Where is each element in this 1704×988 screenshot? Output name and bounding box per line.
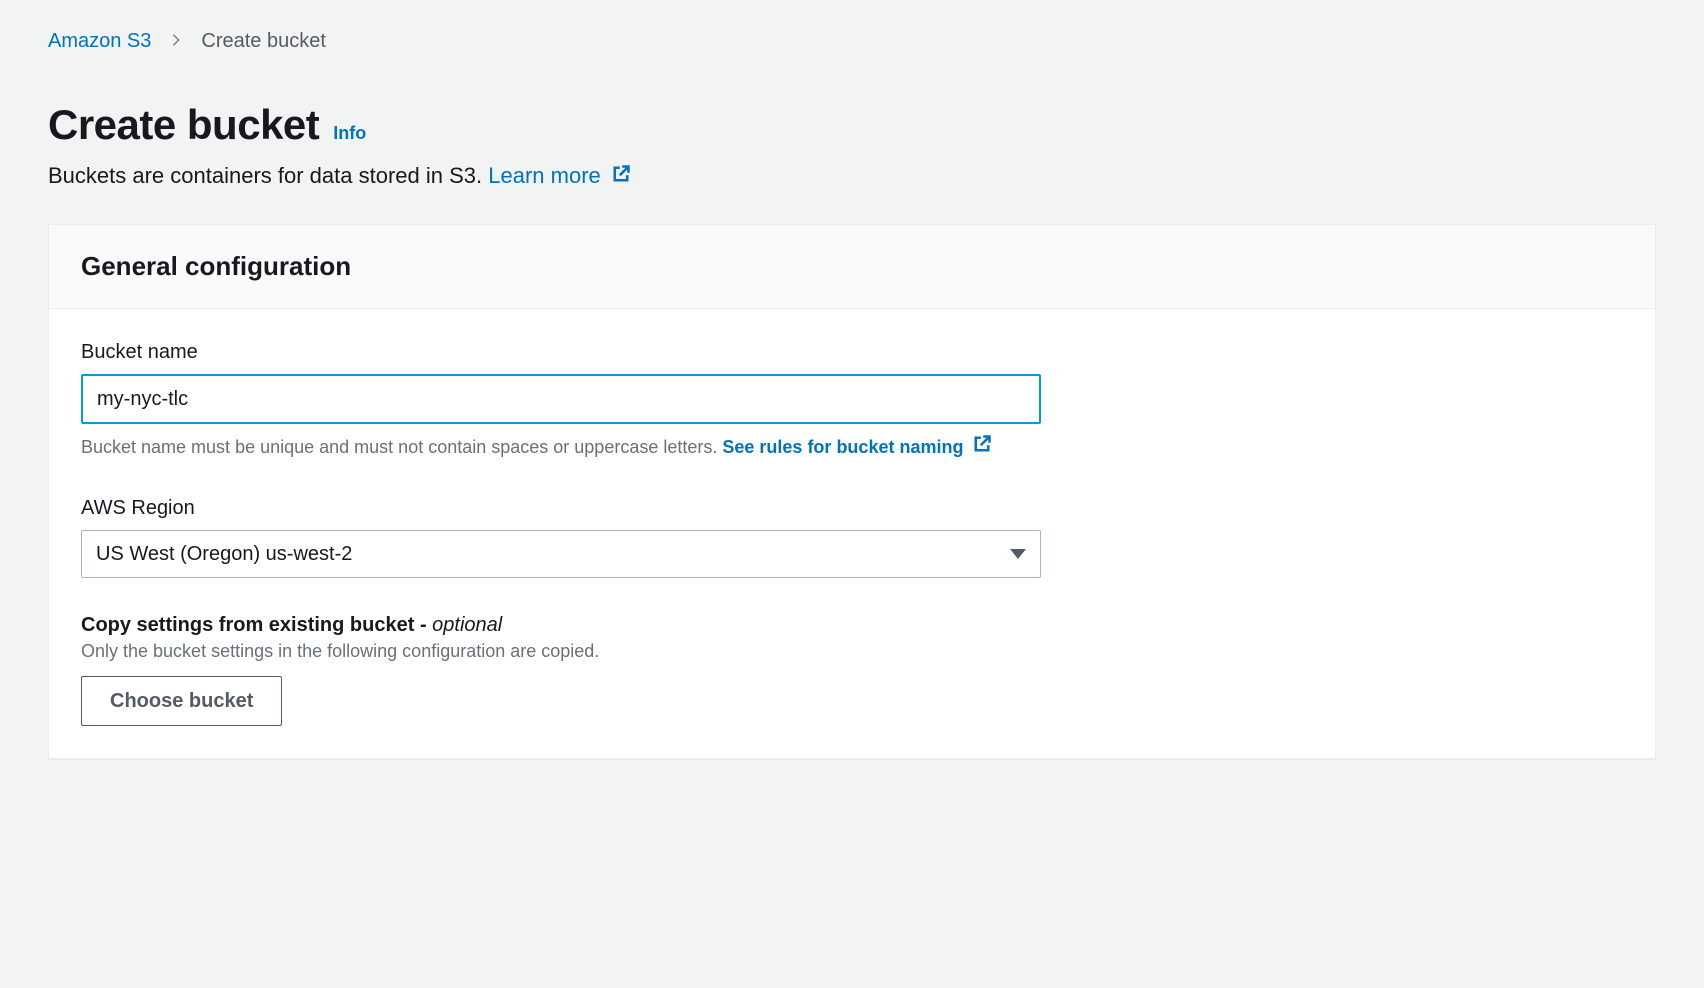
- page-subtitle: Buckets are containers for data stored i…: [48, 159, 1656, 192]
- bucket-name-hint-text: Bucket name must be unique and must not …: [81, 437, 717, 457]
- subtitle-text: Buckets are containers for data stored i…: [48, 163, 482, 188]
- bucket-name-label: Bucket name: [81, 341, 1623, 364]
- choose-bucket-button[interactable]: Choose bucket: [81, 676, 282, 726]
- breadcrumb-current: Create bucket: [201, 30, 326, 53]
- copy-settings-group: Copy settings from existing bucket - opt…: [81, 614, 1623, 726]
- region-select[interactable]: US West (Oregon) us-west-2: [81, 530, 1041, 578]
- panel-header: General configuration: [49, 225, 1655, 309]
- panel-title: General configuration: [81, 251, 1623, 282]
- caret-down-icon: [1010, 549, 1026, 559]
- general-configuration-panel: General configuration Bucket name Bucket…: [48, 224, 1656, 759]
- external-link-icon: [972, 434, 990, 452]
- region-label: AWS Region: [81, 497, 1623, 520]
- rules-link[interactable]: See rules for bucket naming: [722, 437, 990, 457]
- bucket-name-hint: Bucket name must be unique and must not …: [81, 434, 1623, 461]
- copy-settings-label: Copy settings from existing bucket - opt…: [81, 614, 1623, 637]
- breadcrumb-parent-link[interactable]: Amazon S3: [48, 30, 151, 53]
- page-title: Create bucket: [48, 101, 319, 149]
- bucket-name-input[interactable]: [81, 374, 1041, 424]
- bucket-name-group: Bucket name Bucket name must be unique a…: [81, 341, 1623, 461]
- region-value: US West (Oregon) us-west-2: [96, 543, 352, 566]
- page-header: Create bucket Info Buckets are container…: [48, 101, 1656, 192]
- learn-more-text: Learn more: [488, 163, 601, 188]
- copy-settings-optional: optional: [432, 614, 502, 636]
- region-group: AWS Region US West (Oregon) us-west-2: [81, 497, 1623, 578]
- learn-more-link[interactable]: Learn more: [488, 163, 629, 188]
- info-link[interactable]: Info: [333, 123, 366, 144]
- chevron-right-icon: [169, 30, 183, 53]
- copy-settings-hint: Only the bucket settings in the followin…: [81, 641, 1623, 662]
- breadcrumb: Amazon S3 Create bucket: [48, 30, 1656, 53]
- copy-settings-label-text: Copy settings from existing bucket -: [81, 614, 432, 636]
- external-link-icon: [611, 160, 629, 178]
- rules-link-text: See rules for bucket naming: [722, 437, 963, 457]
